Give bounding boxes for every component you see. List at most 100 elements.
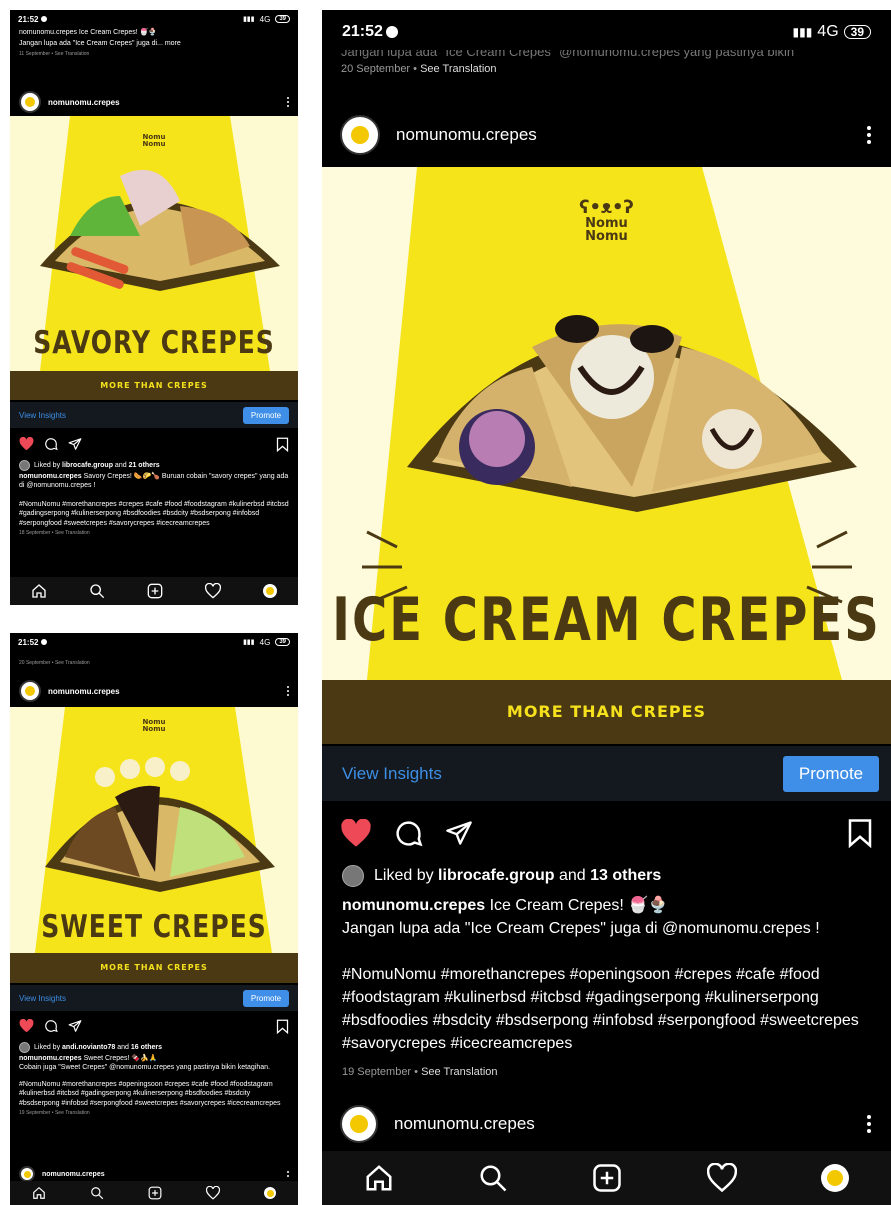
caption-username[interactable]: nomunomu.crepes	[19, 1055, 82, 1062]
post-actions	[10, 433, 298, 455]
caption-username[interactable]: nomunomu.crepes	[19, 473, 82, 480]
liked-by[interactable]: Liked by librocafe.group and 13 others	[322, 865, 891, 887]
share-icon[interactable]	[68, 437, 82, 451]
post-username[interactable]: nomunomu.crepes	[48, 687, 120, 696]
bookmark-icon[interactable]	[276, 1019, 289, 1034]
previous-caption-line: nomunomu.crepes Ice Cream Crepes! 🍧🍨	[19, 29, 158, 36]
heart-icon[interactable]	[205, 583, 221, 599]
network-type: 4G	[259, 14, 271, 24]
heart-icon[interactable]	[19, 437, 34, 451]
clock: 21:52	[342, 23, 383, 40]
post-image[interactable]: Nomu Nomu SAVORY CREPES	[10, 116, 298, 371]
liker-username[interactable]: librocafe.group	[438, 867, 554, 884]
post-username[interactable]: nomunomu.crepes	[396, 125, 537, 145]
share-icon[interactable]	[445, 819, 473, 847]
post-username[interactable]: nomunomu.crepes	[48, 98, 120, 107]
liker-avatar	[19, 460, 30, 471]
image-banner: MORE THAN CREPES	[10, 953, 298, 983]
post-username[interactable]: nomunomu.crepes	[42, 1171, 105, 1178]
caption-hashtags[interactable]: #NomuNomu #morethancrepes #openingsoon #…	[342, 963, 871, 1055]
avatar[interactable]	[19, 680, 41, 702]
post-image[interactable]: ʕ•ᴥ•ʔ Nomu Nomu ICE CREAM CREPES	[322, 167, 891, 680]
profile-icon[interactable]	[263, 584, 277, 598]
post-username[interactable]: nomunomu.crepes	[394, 1114, 535, 1134]
liked-by[interactable]: Liked by andi.novianto78 and 16 others	[10, 1042, 298, 1053]
see-translation-link[interactable]: See Translation	[55, 51, 90, 57]
view-insights-link[interactable]: View Insights	[19, 994, 66, 1003]
avatar[interactable]	[340, 115, 380, 155]
post-header: nomunomu.crepes	[322, 112, 891, 158]
caption-hashtags[interactable]: #NomuNomu #morethancrepes #crepes #cafe …	[19, 500, 289, 528]
status-bar: 21:52 ▮▮▮ 4G 39	[10, 633, 298, 651]
search-icon[interactable]	[90, 1186, 104, 1200]
heart-icon[interactable]	[19, 1019, 34, 1033]
heart-icon[interactable]	[706, 1163, 737, 1193]
signal-icon: ▮▮▮	[792, 25, 813, 39]
more-icon[interactable]	[287, 1171, 289, 1177]
home-icon[interactable]	[32, 1186, 46, 1200]
spotify-icon	[385, 26, 398, 38]
comment-icon[interactable]	[394, 819, 423, 848]
like-count[interactable]: 13 others	[590, 867, 661, 884]
search-icon[interactable]	[89, 583, 105, 599]
phone-screenshot-sweet: 21:52 ▮▮▮ 4G 39 20 September • See Trans…	[10, 633, 298, 1205]
battery-indicator: 39	[275, 638, 290, 646]
add-icon[interactable]	[147, 583, 163, 599]
bear-logo-icon	[25, 97, 35, 107]
liker-avatar	[342, 865, 364, 887]
image-banner: MORE THAN CREPES	[10, 371, 298, 400]
promote-button[interactable]: Promote	[243, 989, 289, 1007]
liked-by[interactable]: Liked by librocafe.group and 21 others	[10, 460, 298, 471]
liker-username[interactable]: andi.novianto78	[62, 1044, 115, 1051]
post-image[interactable]: Nomu Nomu SWEET CREPES	[10, 707, 298, 953]
see-translation-link[interactable]: See Translation	[420, 63, 496, 75]
see-translation-link[interactable]: See Translation	[55, 530, 90, 536]
see-translation-link[interactable]: See Translation	[55, 1110, 90, 1116]
avatar[interactable]	[340, 1105, 378, 1143]
home-icon[interactable]	[31, 583, 47, 599]
add-icon[interactable]	[148, 1186, 162, 1200]
spotify-icon	[41, 16, 48, 22]
heart-icon[interactable]	[340, 818, 372, 848]
share-icon[interactable]	[68, 1019, 82, 1033]
post-actions	[322, 816, 891, 850]
logo-text: Nomu	[142, 140, 166, 148]
post-date: 20 September	[341, 63, 411, 75]
clock: 21:52	[18, 14, 39, 24]
brand-logo: Nomu Nomu	[143, 134, 166, 148]
like-count[interactable]: 16 others	[131, 1044, 162, 1051]
see-translation-link[interactable]: See Translation	[55, 660, 90, 666]
bear-logo-icon	[351, 126, 369, 144]
avatar[interactable]	[19, 91, 41, 113]
home-icon[interactable]	[364, 1163, 394, 1193]
more-icon[interactable]	[867, 126, 871, 144]
post-actions	[10, 1015, 298, 1037]
profile-icon[interactable]	[820, 1164, 849, 1192]
view-insights-link[interactable]: View Insights	[19, 411, 66, 420]
bookmark-icon[interactable]	[276, 437, 289, 452]
bear-logo-icon	[350, 1115, 368, 1133]
promote-button[interactable]: Promote	[243, 406, 289, 424]
previous-caption-line[interactable]: Jangan lupa ada "Ice Cream Crepes" juga …	[19, 38, 289, 49]
see-translation-link[interactable]: See Translation	[421, 1066, 497, 1078]
liker-username[interactable]: librocafe.group	[62, 462, 113, 469]
profile-icon[interactable]	[264, 1187, 276, 1199]
more-icon[interactable]	[867, 1115, 871, 1133]
add-icon[interactable]	[592, 1163, 622, 1193]
insights-bar: View Insights Promote	[10, 402, 298, 428]
caption-text: Cobain juga "Sweet Crepes" @nomunomu.cre…	[19, 1064, 270, 1072]
more-icon[interactable]	[287, 97, 289, 107]
caption-username[interactable]: nomunomu.crepes	[342, 897, 485, 914]
comment-icon[interactable]	[44, 437, 58, 451]
like-count[interactable]: 21 others	[129, 462, 160, 469]
comment-icon[interactable]	[44, 1019, 58, 1033]
search-icon[interactable]	[478, 1163, 508, 1193]
avatar[interactable]	[19, 1166, 35, 1182]
caption-hashtags[interactable]: #NomuNomu #morethancrepes #openingsoon #…	[19, 1080, 289, 1108]
more-icon[interactable]	[287, 686, 289, 696]
promote-button[interactable]: Promote	[783, 755, 879, 792]
bookmark-icon[interactable]	[847, 818, 873, 848]
heart-icon[interactable]	[206, 1186, 220, 1200]
logo-text: Nomu	[142, 725, 166, 733]
view-insights-link[interactable]: View Insights	[342, 764, 442, 784]
